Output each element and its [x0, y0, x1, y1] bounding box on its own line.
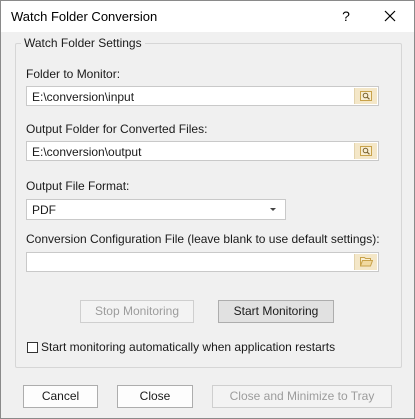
- close-icon: [384, 10, 396, 22]
- search-folder-icon: [360, 91, 372, 101]
- output-folder-label: Output Folder for Converted Files:: [26, 122, 208, 136]
- help-button[interactable]: ?: [331, 1, 361, 32]
- output-format-value: PDF: [32, 203, 56, 217]
- window-title: Watch Folder Conversion: [11, 9, 158, 24]
- config-file-label: Conversion Configuration File (leave bla…: [26, 232, 380, 246]
- folder-to-monitor-label: Folder to Monitor:: [26, 67, 121, 81]
- auto-start-label[interactable]: Start monitoring automatically when appl…: [41, 340, 335, 354]
- config-file-field[interactable]: [26, 252, 379, 272]
- browse-output-folder-button[interactable]: [354, 143, 377, 159]
- close-button[interactable]: Close: [117, 385, 193, 408]
- close-and-minimize-button[interactable]: Close and Minimize to Tray: [212, 385, 392, 408]
- folder-to-monitor-value: E:\conversion\input: [32, 90, 135, 104]
- close-window-button[interactable]: [367, 1, 413, 32]
- browse-folder-to-monitor-button[interactable]: [354, 88, 377, 104]
- output-folder-value: E:\conversion\output: [32, 145, 142, 159]
- cancel-button[interactable]: Cancel: [23, 385, 98, 408]
- output-format-label: Output File Format:: [26, 179, 130, 193]
- search-folder-icon: [360, 146, 372, 156]
- chevron-down-icon: [270, 208, 276, 211]
- stop-monitoring-button[interactable]: Stop Monitoring: [80, 300, 194, 323]
- auto-start-checkbox[interactable]: [27, 342, 38, 353]
- output-folder-field[interactable]: E:\conversion\output: [26, 141, 379, 161]
- watch-folder-dialog: Watch Folder Conversion ? Watch Folder S…: [0, 0, 415, 419]
- open-folder-icon: [360, 257, 373, 267]
- folder-to-monitor-field[interactable]: E:\conversion\input: [26, 86, 379, 106]
- group-legend: Watch Folder Settings: [21, 36, 145, 50]
- browse-config-file-button[interactable]: [354, 254, 377, 270]
- title-bar: Watch Folder Conversion ?: [1, 1, 414, 32]
- output-format-select[interactable]: PDF: [26, 199, 286, 220]
- start-monitoring-button[interactable]: Start Monitoring: [218, 300, 334, 323]
